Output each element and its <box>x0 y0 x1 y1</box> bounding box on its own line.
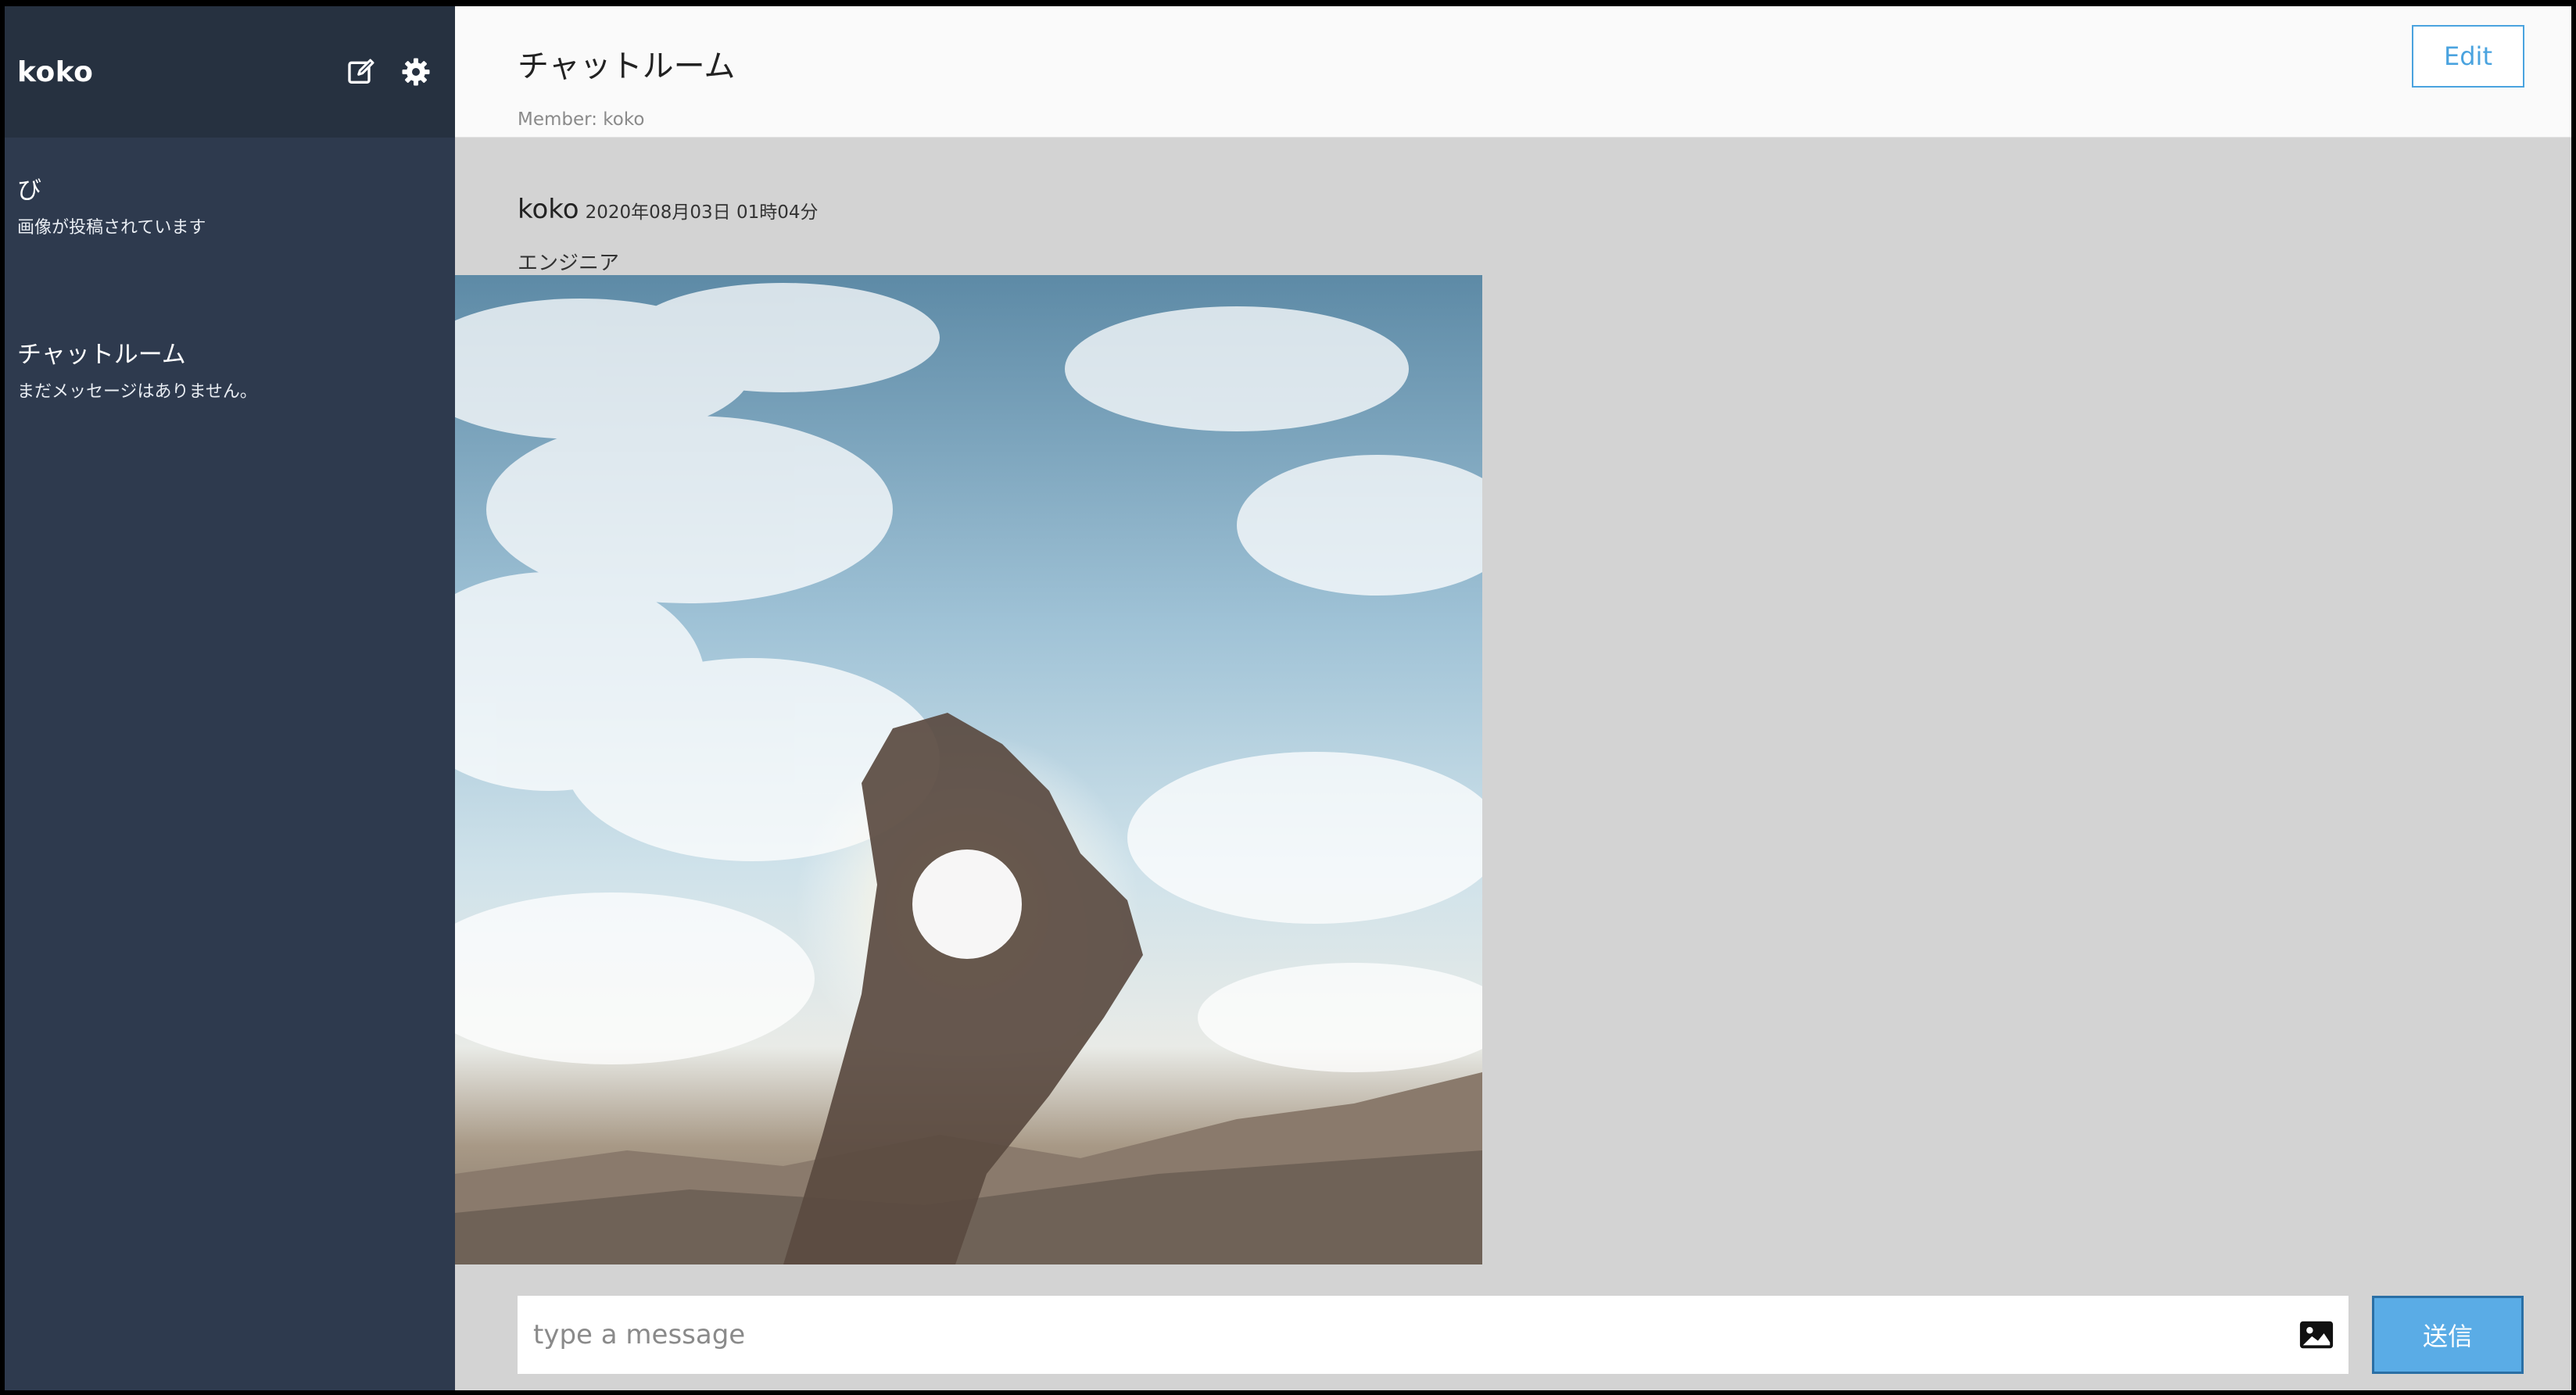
room-name: チャットルーム <box>17 341 186 369</box>
app-window: koko び 画像が投稿されています チャットルーム まだメッセージはありません… <box>5 6 2571 1390</box>
message-meta: koko 2020年08月03日 01時04分 <box>518 194 818 225</box>
message-composer: 送信 <box>518 1294 2571 1375</box>
message-author: koko <box>518 194 579 225</box>
message-text: エンジニア <box>518 252 620 275</box>
chat-panel: チャットルーム Member: koko Edit koko 2020年08月0… <box>455 6 2571 1390</box>
message-list: koko 2020年08月03日 01時04分 エンジニア type a mes… <box>455 138 2571 1390</box>
message-input[interactable] <box>518 1296 2348 1374</box>
chat-header: チャットルーム Member: koko Edit <box>455 6 2571 138</box>
send-button[interactable]: 送信 <box>2372 1296 2524 1374</box>
sky-photo <box>455 283 1482 1264</box>
message-image[interactable] <box>455 275 1482 1264</box>
room-item[interactable]: チャットルーム まだメッセージはありません。 <box>5 334 455 499</box>
member-list: Member: koko <box>518 109 645 130</box>
message-timestamp: 2020年08月03日 01時04分 <box>585 202 819 223</box>
user-name: koko <box>17 55 94 88</box>
sidebar-actions <box>346 56 432 88</box>
room-title: チャットルーム <box>518 48 736 84</box>
image-icon[interactable] <box>2298 1319 2334 1350</box>
room-item[interactable]: び 画像が投稿されています <box>5 170 455 334</box>
room-list: び 画像が投稿されています チャットルーム まだメッセージはありません。 <box>5 138 455 499</box>
gear-icon[interactable] <box>400 56 432 88</box>
edit-button[interactable]: Edit <box>2412 25 2524 88</box>
sidebar-header: koko <box>5 6 455 138</box>
room-preview: 画像が投稿されています <box>17 218 206 238</box>
room-preview: まだメッセージはありません。 <box>17 382 257 402</box>
edit-square-icon[interactable] <box>346 56 377 88</box>
sidebar: koko び 画像が投稿されています チャットルーム まだメッセージはありません… <box>5 6 455 1390</box>
message-input-wrapper <box>518 1296 2348 1374</box>
room-name: び <box>17 177 41 205</box>
